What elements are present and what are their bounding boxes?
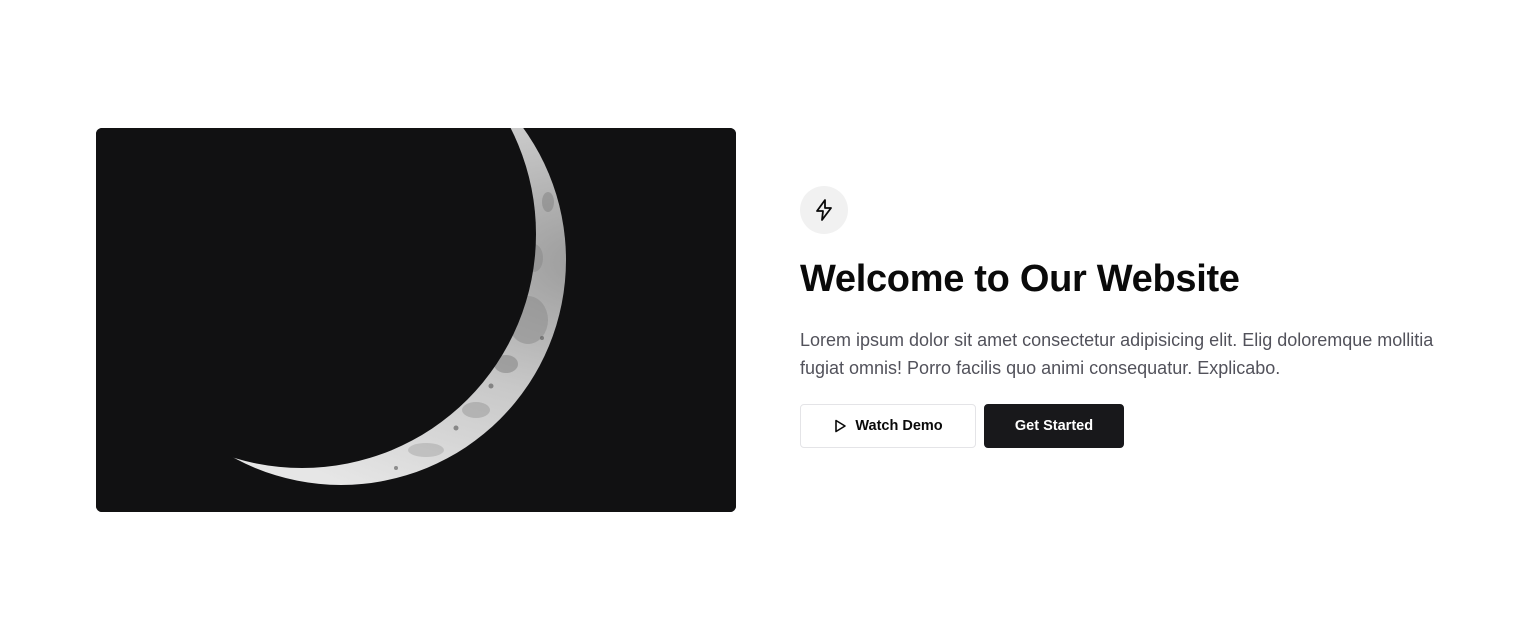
hero-moon-image: [96, 128, 736, 512]
play-icon: [833, 419, 847, 433]
hero-content: Welcome to Our Website Lorem ipsum dolor…: [800, 186, 1440, 448]
hero-title: Welcome to Our Website: [800, 258, 1240, 300]
watch-demo-button[interactable]: Watch Demo: [800, 404, 976, 448]
get-started-button[interactable]: Get Started: [984, 404, 1124, 448]
get-started-label: Get Started: [1014, 418, 1094, 434]
lightning-bolt-icon: [800, 186, 848, 234]
hero-actions: Watch Demo Get Started: [800, 404, 1440, 448]
hero-description: Lorem ipsum dolor sit amet consectetur a…: [800, 330, 1434, 378]
hero-section: Welcome to Our Website Lorem ipsum dolor…: [0, 0, 1536, 640]
watch-demo-label: Watch Demo: [855, 418, 943, 434]
